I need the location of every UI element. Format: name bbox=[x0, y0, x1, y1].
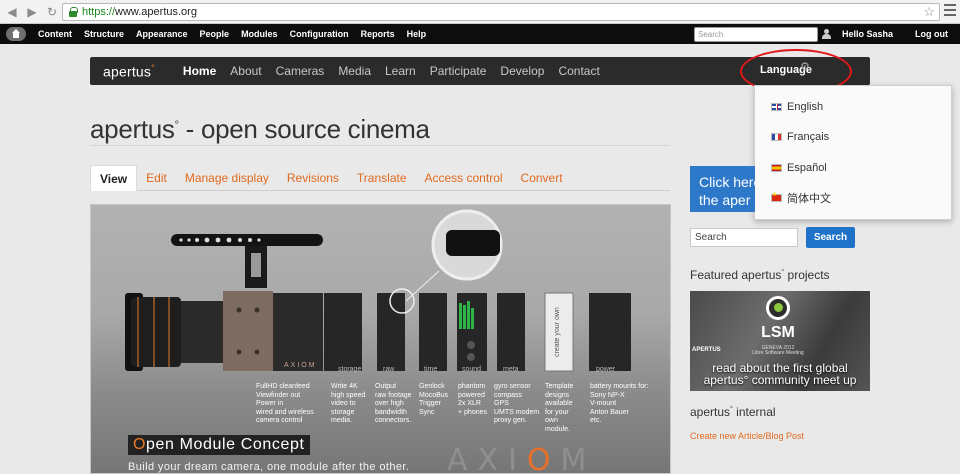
featured-projects-heading: Featured apertus° projects bbox=[690, 268, 830, 282]
tab-edit[interactable]: Edit bbox=[137, 165, 176, 191]
online-user-count: 0 / 2 bbox=[798, 29, 816, 39]
nav-develop[interactable]: Develop bbox=[500, 64, 544, 78]
site-logo[interactable]: apertus° bbox=[103, 63, 155, 80]
url-scheme: https:// bbox=[82, 6, 116, 18]
admin-menu-reports[interactable]: Reports bbox=[361, 29, 395, 39]
module-label: create your own bbox=[554, 307, 561, 357]
admin-menu-structure[interactable]: Structure bbox=[84, 29, 124, 39]
url-host: www.apertus.org bbox=[115, 6, 197, 18]
tab-view[interactable]: View bbox=[90, 165, 138, 191]
module-label: storage bbox=[338, 366, 362, 373]
bookmark-star-icon[interactable]: ☆ bbox=[923, 4, 935, 20]
title-divider bbox=[90, 145, 670, 146]
featured-caption: read about the first global apertus° com… bbox=[703, 361, 857, 387]
featured-project-image[interactable]: LSM GENEVA 2012 Libre Software Meeting A… bbox=[690, 291, 870, 391]
axiom-wordmark: AXIOM bbox=[447, 443, 597, 474]
sidebar-search-input[interactable]: Search bbox=[690, 228, 798, 247]
module-label: time bbox=[424, 366, 438, 373]
module-description: Output raw footage over high bandwidth c… bbox=[375, 383, 412, 424]
admin-menu-modules[interactable]: Modules bbox=[241, 29, 278, 39]
language-option-english[interactable]: English bbox=[771, 99, 823, 115]
language-option-label: Español bbox=[787, 162, 827, 174]
lock-icon bbox=[68, 7, 78, 17]
back-icon[interactable]: ◀ bbox=[4, 4, 20, 20]
create-article-link[interactable]: Create new Article/Blog Post bbox=[690, 431, 804, 441]
module-label: raw bbox=[383, 366, 395, 373]
promo-banner[interactable]: Click here the aper bbox=[690, 166, 755, 212]
france-flag-icon bbox=[771, 133, 782, 141]
tab-translate[interactable]: Translate bbox=[348, 165, 416, 191]
language-option-label: 简体中文 bbox=[787, 193, 831, 205]
admin-user-area: 0 / 2 Hello Sasha Log out bbox=[798, 24, 948, 44]
lsm-logo: LSM GENEVA 2012 Libre Software Meeting bbox=[750, 294, 806, 360]
nav-home[interactable]: Home bbox=[183, 64, 216, 78]
logout-link[interactable]: Log out bbox=[915, 29, 948, 39]
module-description: Genlock MocoBus Trigger Sync bbox=[419, 383, 449, 416]
admin-menu-people[interactable]: People bbox=[200, 29, 230, 39]
module-description: battery mounts for: Sony NP-X V-mount An… bbox=[590, 383, 649, 424]
apertus-mark: APERTUS bbox=[692, 347, 721, 353]
browser-toolbar: ◀ ▶ ↻ https:// www.apertus.org ☆ bbox=[0, 0, 960, 24]
people-icon bbox=[821, 29, 832, 39]
hero-image[interactable]: FullHD cleanfeed Viewfinder out Power in… bbox=[90, 204, 671, 474]
module-description: FullHD cleanfeed Viewfinder out Power in… bbox=[256, 383, 314, 424]
spain-flag-icon bbox=[771, 164, 782, 172]
china-flag-icon bbox=[771, 191, 782, 202]
user-greeting-link[interactable]: Hello Sasha bbox=[842, 29, 893, 39]
tab-convert[interactable]: Convert bbox=[512, 165, 572, 191]
axiom-badge: AXIOM bbox=[284, 362, 317, 369]
nav-participate[interactable]: Participate bbox=[430, 64, 487, 78]
page-title: apertus° - open source cinema bbox=[90, 114, 430, 144]
admin-menu-content[interactable]: Content bbox=[38, 29, 72, 39]
nav-about[interactable]: About bbox=[230, 64, 261, 78]
tab-access-control[interactable]: Access control bbox=[416, 165, 512, 191]
module-label: power bbox=[596, 366, 616, 373]
language-option-label: Français bbox=[787, 131, 830, 143]
address-bar[interactable]: https:// www.apertus.org ☆ bbox=[62, 3, 940, 21]
language-option-label: English bbox=[787, 101, 824, 113]
nav-media[interactable]: Media bbox=[338, 64, 371, 78]
admin-toolbar: Content Structure Appearance People Modu… bbox=[0, 24, 960, 44]
admin-menu-appearance[interactable]: Appearance bbox=[136, 29, 188, 39]
internal-heading: apertus° internal bbox=[690, 405, 776, 419]
forward-icon[interactable]: ▶ bbox=[24, 4, 40, 20]
module-description: Template designs available for your own … bbox=[545, 383, 574, 433]
search-button[interactable]: Search bbox=[806, 227, 855, 248]
axiom-camera-illustration bbox=[125, 209, 631, 372]
lsm-text: LSM bbox=[761, 324, 795, 341]
browser-menu-icon[interactable] bbox=[944, 4, 956, 18]
open-module-concept-heading: Open Module Concept bbox=[128, 435, 310, 455]
module-label: sound bbox=[462, 366, 482, 373]
node-tabs: View Edit Manage display Revisions Trans… bbox=[90, 165, 670, 191]
admin-menu-configuration[interactable]: Configuration bbox=[290, 29, 349, 39]
module-description: Write 4K high speed video to storage med… bbox=[331, 383, 366, 424]
language-option-chinese[interactable]: 简体中文 bbox=[771, 190, 831, 206]
module-description: gyro sensor compass GPS UMTS modem proxy… bbox=[494, 383, 540, 424]
admin-menu-help[interactable]: Help bbox=[407, 29, 427, 39]
home-icon[interactable] bbox=[6, 27, 26, 41]
nav-contact[interactable]: Contact bbox=[558, 64, 599, 78]
reload-icon[interactable]: ↻ bbox=[44, 4, 60, 20]
nav-cameras[interactable]: Cameras bbox=[276, 64, 325, 78]
power-icon bbox=[766, 296, 790, 320]
language-dropdown: English Français Español 简体中文 bbox=[754, 85, 952, 220]
tab-manage-display[interactable]: Manage display bbox=[176, 165, 278, 191]
module-description: phantom powered 2x XLR + phones bbox=[458, 383, 487, 416]
language-option-spanish[interactable]: Español bbox=[771, 160, 827, 176]
module-label: meta bbox=[503, 366, 519, 373]
uk-flag-icon bbox=[771, 103, 782, 111]
nav-learn[interactable]: Learn bbox=[385, 64, 416, 78]
lsm-subtitle: GENEVA 2012 Libre Software Meeting bbox=[752, 345, 804, 356]
language-option-french[interactable]: Français bbox=[771, 129, 829, 145]
tab-revisions[interactable]: Revisions bbox=[278, 165, 348, 191]
open-module-concept-subtitle: Build your dream camera, one module afte… bbox=[128, 461, 410, 473]
